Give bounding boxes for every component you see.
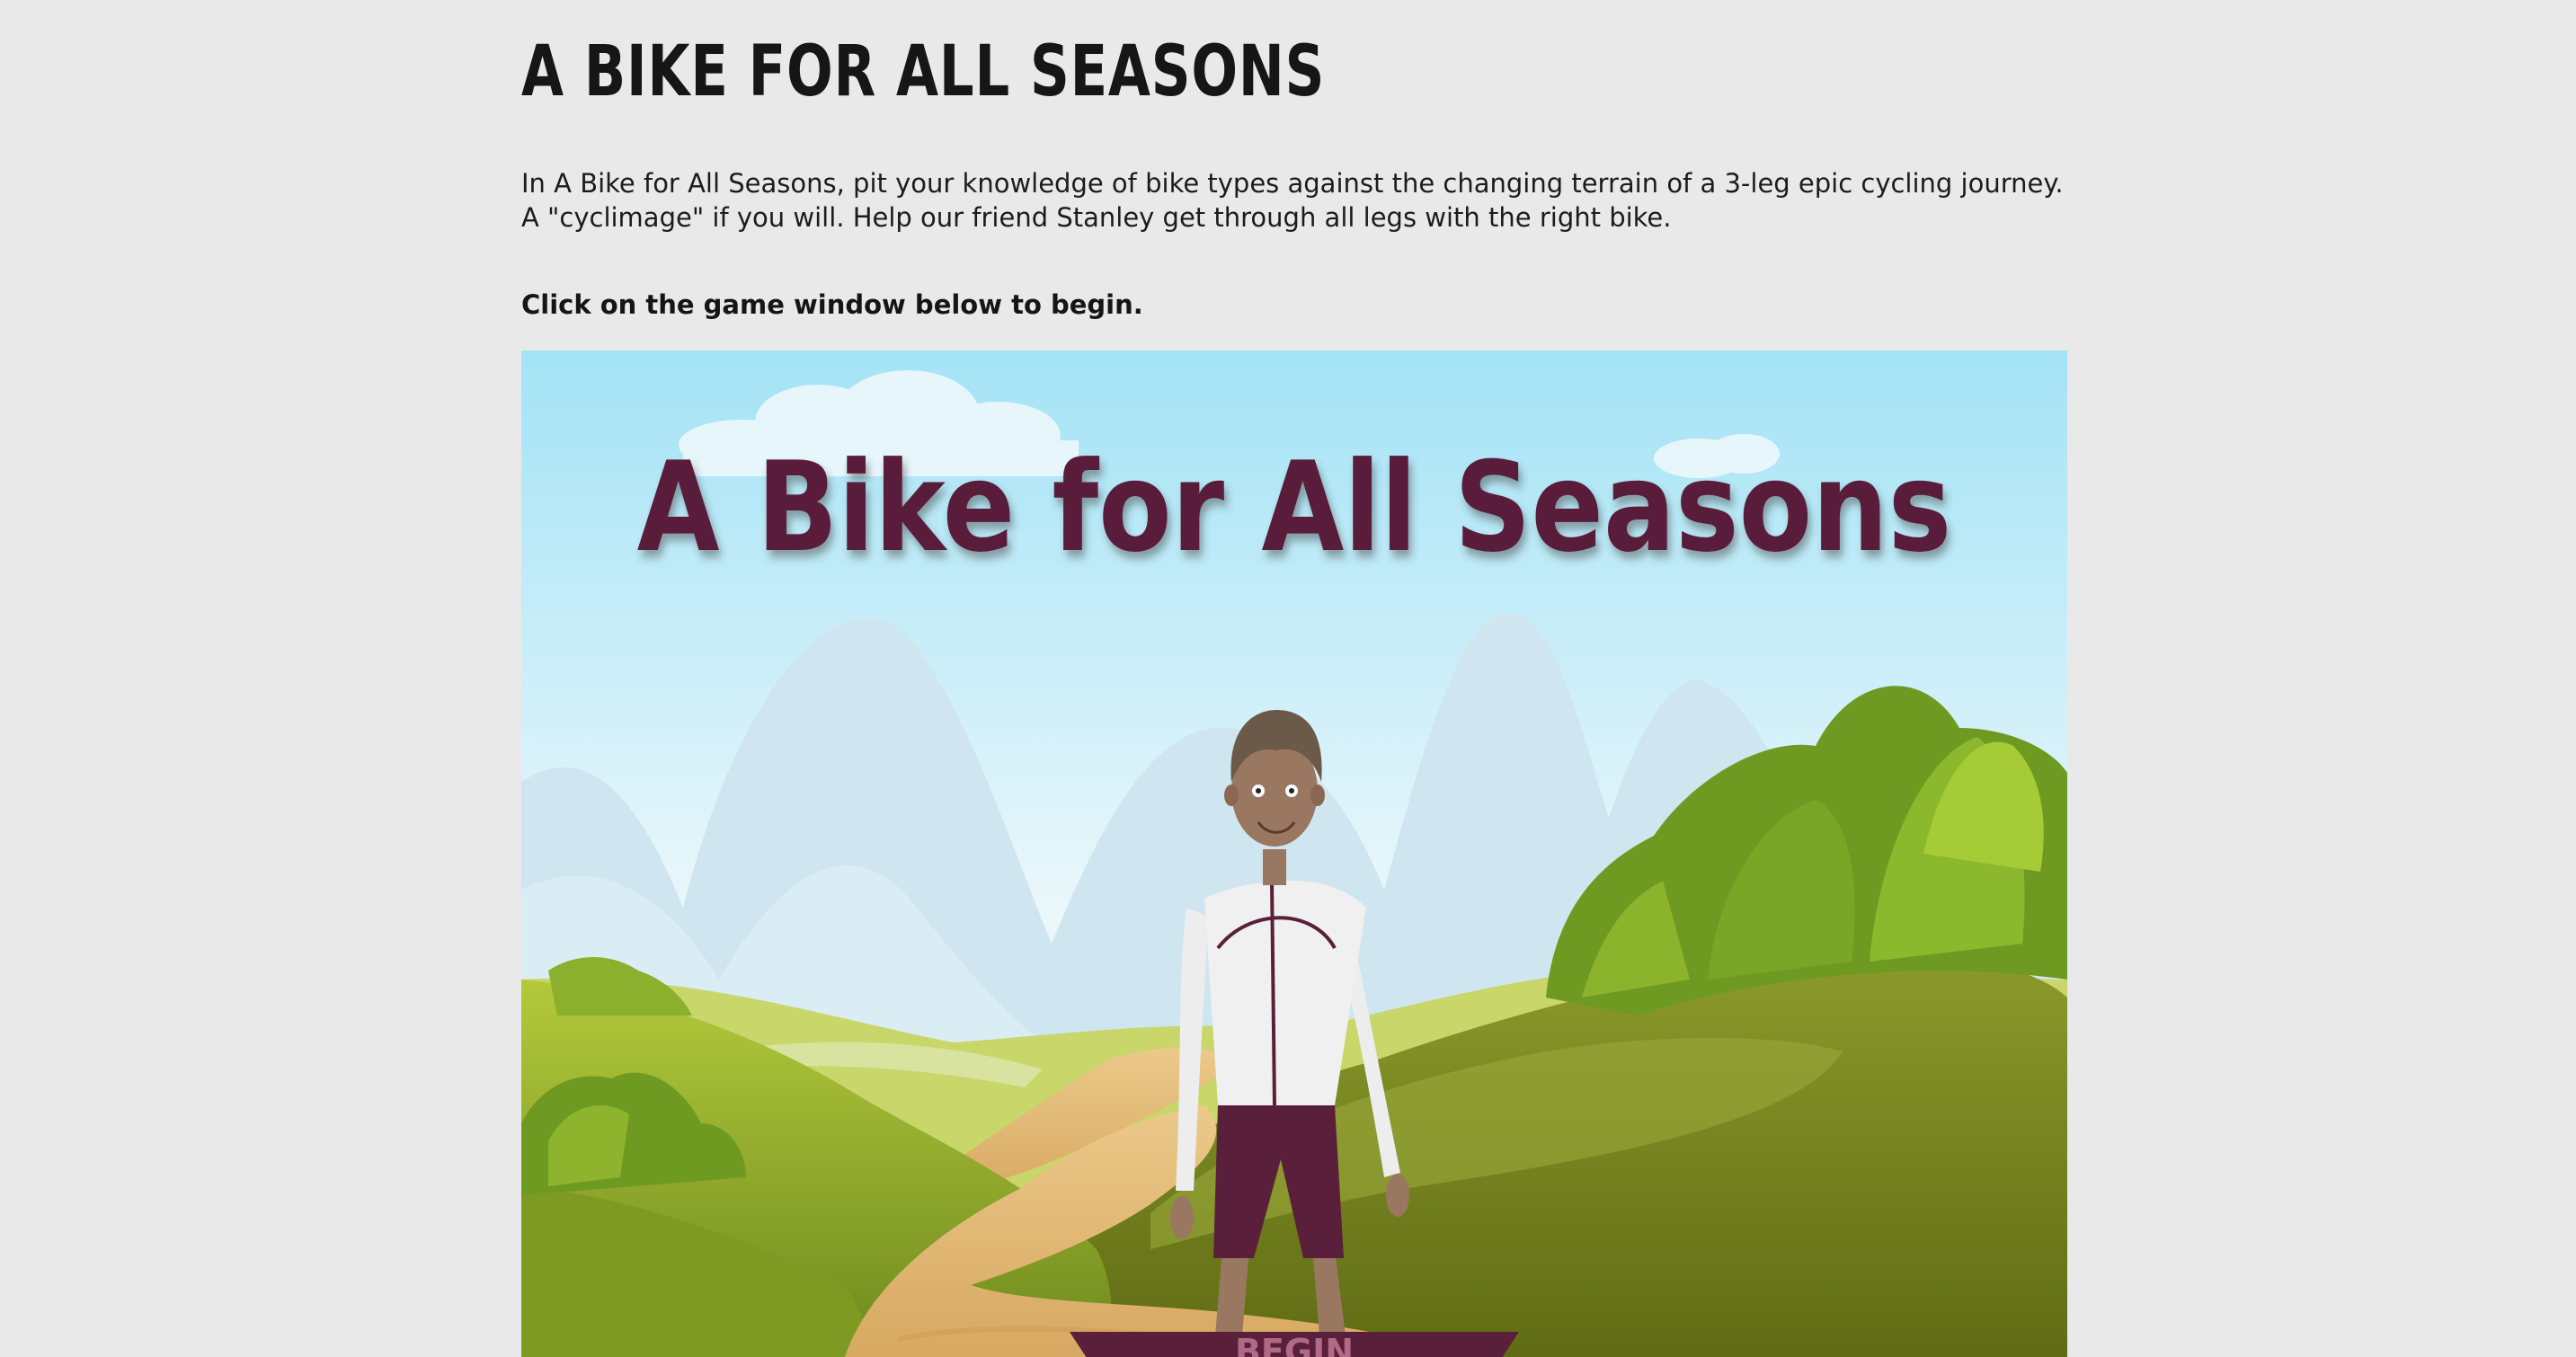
page-title: A BIKE FOR ALL SEASONS [521,31,1326,112]
game-logo-title: A Bike for All Seasons [637,436,1952,580]
intro-paragraph: In A Bike for All Seasons, pit your know… [521,168,2064,233]
begin-label[interactable]: BEGIN [1235,1332,1354,1357]
start-instruction: Click on the game window below to begin. [521,289,1143,320]
game-scene[interactable]: A Bike for All Seasons BEGIN [521,350,2067,1357]
begin-button[interactable]: BEGIN [1070,1332,1519,1357]
game-window[interactable]: A Bike for All Seasons BEGIN [521,350,2067,1357]
